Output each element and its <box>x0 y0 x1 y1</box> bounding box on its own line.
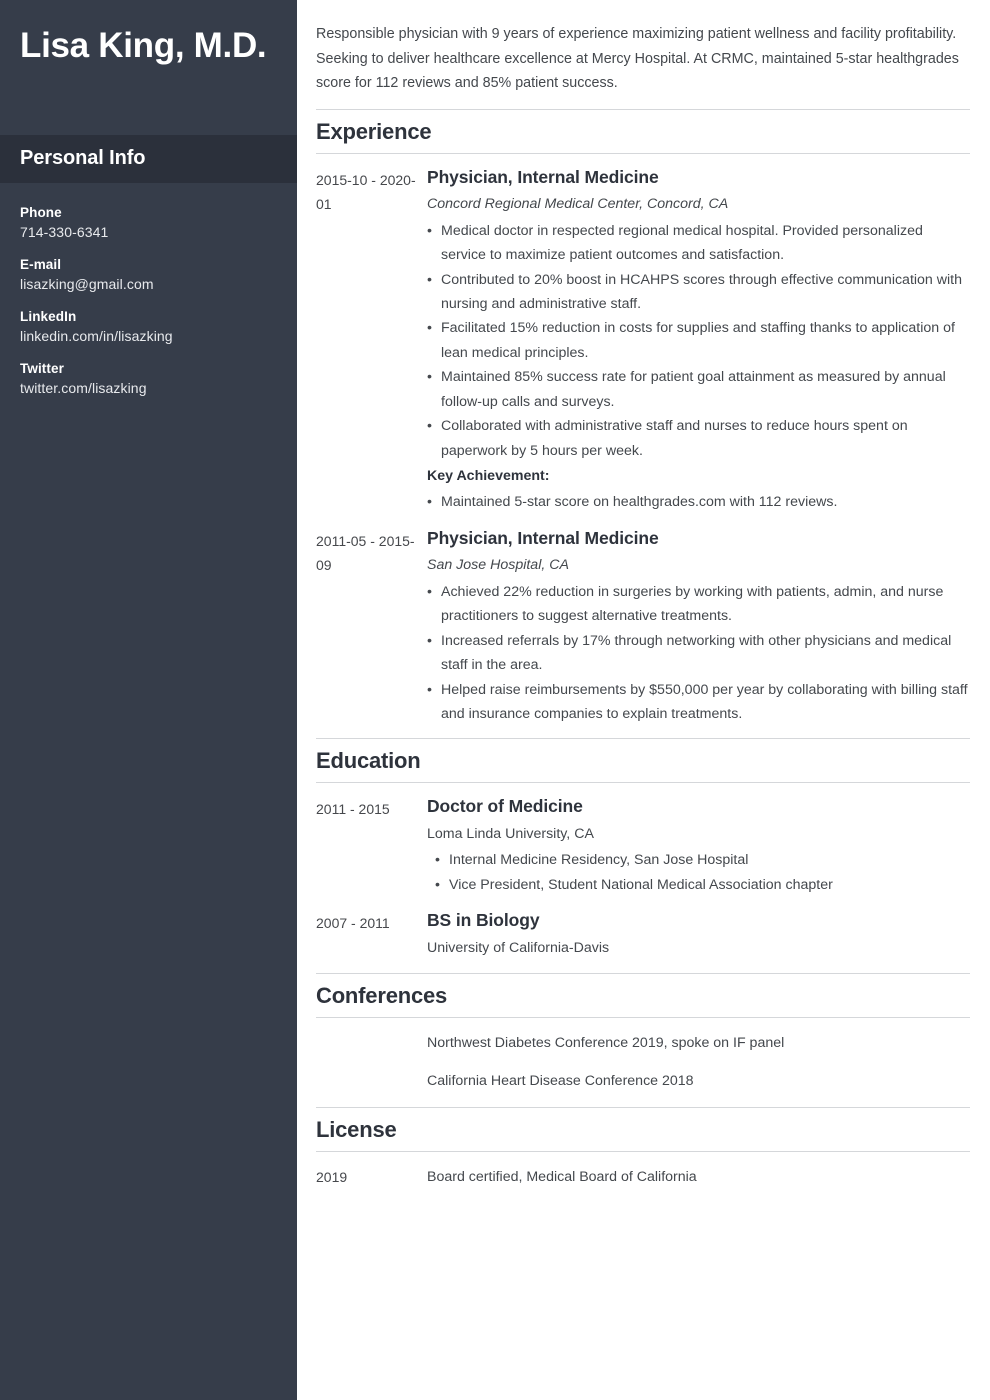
entry-body: Physician, Internal Medicine Concord Reg… <box>427 166 970 516</box>
employer-name: Concord Regional Medical Center, Concord… <box>427 196 729 213</box>
job-bullets: Medical doctor in respected regional med… <box>427 219 968 463</box>
list-item: Medical doctor in respected regional med… <box>427 219 968 268</box>
contact-label: Twitter <box>20 361 64 376</box>
section-header-education: Education <box>316 738 970 784</box>
section-education: Education 2011 - 2015 Doctor of Medicine… <box>316 738 970 960</box>
personal-info-title: Personal Info <box>20 147 146 169</box>
experience-entry: 2011-05 - 2015-09 Physician, Internal Me… <box>316 515 970 727</box>
personal-info-header: Personal Info <box>0 135 297 183</box>
entry-date: 2007 - 2011 <box>316 915 390 932</box>
contact-list: Phone 714-330-6341 E-mail lisazking@gmai… <box>0 183 297 413</box>
school-name: Loma Linda University, CA <box>427 826 594 843</box>
list-item: Contributed to 20% boost in HCAHPS score… <box>427 268 968 317</box>
job-title: Physician, Internal Medicine <box>427 166 659 187</box>
list-item: Increased referrals by 17% through netwo… <box>427 629 968 678</box>
contact-item-linkedin: LinkedIn linkedin.com/in/lisazking <box>20 309 277 344</box>
section-header-experience: Experience <box>316 108 970 154</box>
section-title-experience: Experience <box>316 118 432 144</box>
contact-value-email[interactable]: lisazking@gmail.com <box>20 276 277 292</box>
professional-summary: Responsible physician with 9 years of ex… <box>316 26 959 92</box>
contact-item-phone: Phone 714-330-6341 <box>20 205 277 240</box>
candidate-name: Lisa King, M.D. <box>20 26 267 65</box>
contact-label: Phone <box>20 205 62 220</box>
contact-value-twitter[interactable]: twitter.com/lisazking <box>20 380 277 396</box>
degree-title: BS in Biology <box>427 910 540 931</box>
key-achievement-bullets: Maintained 5-star score on healthgrades.… <box>427 490 968 515</box>
entry-body: California Heart Disease Conference 2018 <box>427 1056 970 1093</box>
entry-body: Doctor of Medicine Loma Linda University… <box>427 795 970 897</box>
resume-page: Lisa King, M.D. Personal Info Phone 714-… <box>0 0 990 1400</box>
contact-item-twitter: Twitter twitter.com/lisazking <box>20 361 277 396</box>
education-entry: 2007 - 2011 BS in Biology University of … <box>316 897 970 960</box>
list-item: Vice President, Student National Medical… <box>427 873 968 898</box>
conference-entry: Northwest Diabetes Conference 2019, spok… <box>316 1018 970 1055</box>
job-title: Physician, Internal Medicine <box>427 527 659 548</box>
contact-label: E-mail <box>20 257 62 272</box>
entry-body: Northwest Diabetes Conference 2019, spok… <box>427 1018 970 1055</box>
education-bullets: Internal Medicine Residency, San Jose Ho… <box>427 848 968 897</box>
conference-text: California Heart Disease Conference 2018 <box>427 1072 694 1089</box>
name-block: Lisa King, M.D. <box>0 0 297 135</box>
section-header-conferences: Conferences <box>316 973 970 1019</box>
section-header-license: License <box>316 1107 970 1153</box>
entry-date <box>316 1056 427 1093</box>
experience-entry: 2015-10 - 2020-01 Physician, Internal Me… <box>316 154 970 516</box>
entry-date: 2015-10 - 2020-01 <box>316 171 416 212</box>
conference-entry: California Heart Disease Conference 2018 <box>316 1056 970 1093</box>
list-item: Maintained 85% success rate for patient … <box>427 365 968 414</box>
contact-item-email: E-mail lisazking@gmail.com <box>20 257 277 292</box>
school-name: University of California-Davis <box>427 939 610 956</box>
list-item: Helped raise reimbursements by $550,000 … <box>427 678 968 727</box>
employer-name: San Jose Hospital, CA <box>427 557 569 574</box>
list-item: Achieved 22% reduction in surgeries by w… <box>427 580 968 629</box>
entry-body: BS in Biology University of California-D… <box>427 909 970 960</box>
entry-date: 2019 <box>316 1169 348 1186</box>
degree-title: Doctor of Medicine <box>427 796 583 817</box>
list-item: Maintained 5-star score on healthgrades.… <box>427 490 968 515</box>
contact-label: LinkedIn <box>20 309 77 324</box>
list-item: Internal Medicine Residency, San Jose Ho… <box>427 848 968 873</box>
entry-body: Board certified, Medical Board of Califo… <box>427 1152 970 1189</box>
section-title-education: Education <box>316 748 421 774</box>
section-experience: Experience 2015-10 - 2020-01 Physician, … <box>316 108 970 727</box>
sidebar: Lisa King, M.D. Personal Info Phone 714-… <box>0 0 297 1400</box>
entry-date: 2011 - 2015 <box>316 801 390 818</box>
sidebar-filler <box>0 413 297 1400</box>
job-bullets: Achieved 22% reduction in surgeries by w… <box>427 580 968 727</box>
section-license: License 2019 Board certified, Medical Bo… <box>316 1107 970 1189</box>
license-text: Board certified, Medical Board of Califo… <box>427 1169 697 1186</box>
list-item: Facilitated 15% reduction in costs for s… <box>427 316 968 365</box>
education-entry: 2011 - 2015 Doctor of Medicine Loma Lind… <box>316 783 970 897</box>
key-achievement-label: Key Achievement: <box>427 468 550 484</box>
license-entry: 2019 Board certified, Medical Board of C… <box>316 1152 970 1189</box>
contact-value-linkedin[interactable]: linkedin.com/in/lisazking <box>20 328 277 344</box>
section-title-conferences: Conferences <box>316 983 448 1009</box>
entry-body: Physician, Internal Medicine San Jose Ho… <box>427 527 970 727</box>
entry-date <box>316 1018 427 1055</box>
list-item: Collaborated with administrative staff a… <box>427 414 968 463</box>
section-title-license: License <box>316 1117 397 1143</box>
main-content: Responsible physician with 9 years of ex… <box>297 0 990 1400</box>
conference-text: Northwest Diabetes Conference 2019, spok… <box>427 1035 785 1052</box>
contact-value-phone[interactable]: 714-330-6341 <box>20 224 277 240</box>
section-conferences: Conferences Northwest Diabetes Conferenc… <box>316 973 970 1093</box>
entry-date: 2011-05 - 2015-09 <box>316 532 415 573</box>
